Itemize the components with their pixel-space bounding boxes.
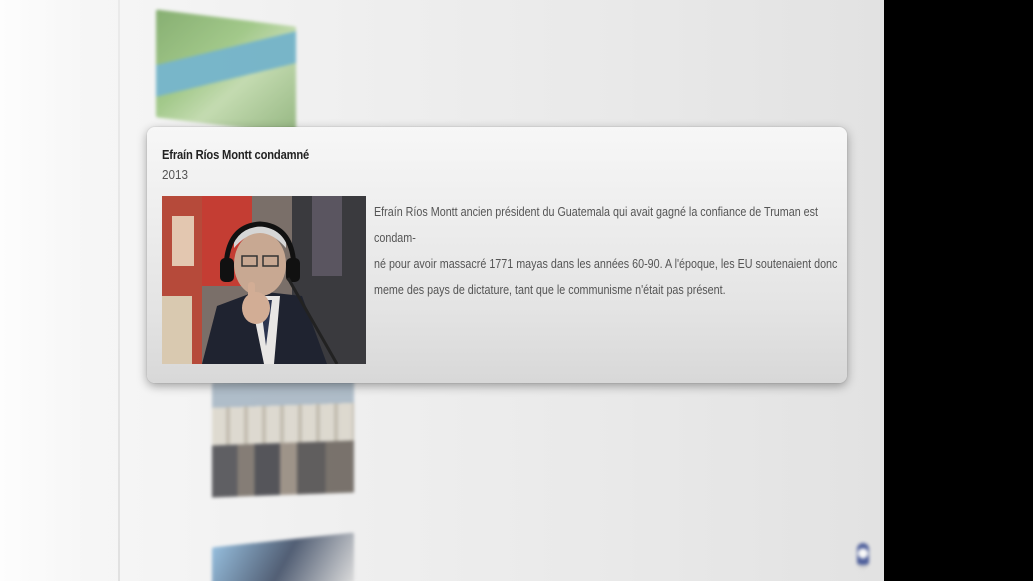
description-line: meme des pays de dictature, tant que le … xyxy=(374,283,726,297)
description-line: Efraín Ríos Montt ancien président du Gu… xyxy=(374,205,819,245)
event-description: Efraín Ríos Montt ancien président du Gu… xyxy=(374,199,847,303)
event-title: Efraín Ríos Montt condamné xyxy=(162,147,310,162)
screen: Efraín Ríos Montt condamné 2013 Efraín R… xyxy=(0,0,1033,581)
event-photo[interactable] xyxy=(162,196,366,364)
seal-icon xyxy=(857,543,869,569)
side-panel xyxy=(884,0,1033,581)
description-line: né pour avoir massacré 1771 mayas dans l… xyxy=(374,257,838,271)
event-card[interactable]: Efraín Ríos Montt condamné 2013 Efraín R… xyxy=(147,127,847,383)
photo-illustration xyxy=(162,196,366,364)
background-image-canal xyxy=(156,9,296,135)
background-image-bottom xyxy=(212,532,354,581)
background-image-crowd xyxy=(212,377,354,498)
event-year: 2013 xyxy=(162,167,189,182)
